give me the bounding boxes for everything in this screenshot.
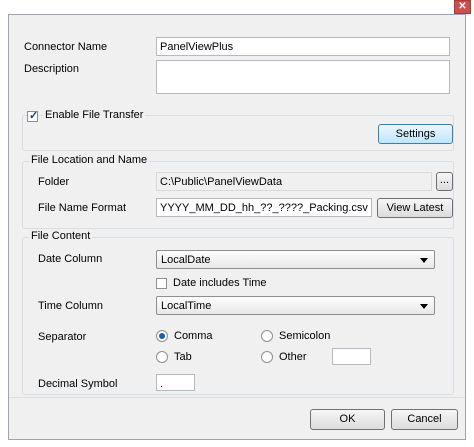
folder-input: C:\Public\PanelViewData <box>156 172 432 191</box>
decimal-symbol-label: Decimal Symbol <box>38 378 118 390</box>
decimal-symbol-input[interactable]: . <box>156 374 195 391</box>
date-includes-time-label: Date includes Time <box>173 277 267 289</box>
chevron-down-icon <box>420 304 428 309</box>
connector-name-input[interactable]: PanelViewPlus <box>156 37 450 56</box>
title-bar: ✕ <box>0 0 474 14</box>
close-icon: ✕ <box>458 1 467 12</box>
time-column-select[interactable]: LocalTime <box>156 296 435 315</box>
date-includes-time-checkbox[interactable] <box>156 278 167 289</box>
separator-semicolon-radio[interactable] <box>261 330 273 342</box>
file-content-group: File Content Date Column LocalDate Date … <box>22 230 454 395</box>
date-column-value: LocalDate <box>161 254 211 266</box>
separator-semicolon-label: Semicolon <box>279 330 331 342</box>
file-transfer-group: ✓ Enable File Transfer Settings <box>22 109 454 151</box>
browse-button[interactable]: ... <box>436 172 453 191</box>
time-column-label: Time Column <box>38 300 103 312</box>
enable-file-transfer-checkbox[interactable]: ✓ <box>27 110 39 122</box>
file-name-format-label: File Name Format <box>38 202 127 214</box>
separator-comma-radio[interactable] <box>156 330 168 342</box>
connector-name-label: Connector Name <box>24 41 108 53</box>
file-location-group: File Location and Name Folder C:\Public\… <box>22 154 454 229</box>
dialog-window: Connector Name PanelViewPlus Description… <box>8 14 466 440</box>
description-label: Description <box>24 63 80 75</box>
file-location-title: File Location and Name <box>29 154 150 166</box>
separator-other-radio[interactable] <box>261 351 273 363</box>
file-name-format-input[interactable]: YYYY_MM_DD_hh_??_????_Packing.csv <box>156 198 372 217</box>
view-latest-button[interactable]: View Latest <box>377 198 453 218</box>
file-content-title: File Content <box>29 230 93 242</box>
folder-label: Folder <box>38 176 70 188</box>
separator-tab-radio[interactable] <box>156 351 168 363</box>
separator-other-input[interactable] <box>332 348 371 365</box>
separator-label: Separator <box>38 331 87 343</box>
check-icon: ✓ <box>29 110 39 122</box>
dialog-footer: OK Cancel <box>9 397 465 439</box>
settings-button[interactable]: Settings <box>378 124 453 144</box>
ok-button[interactable]: OK <box>310 409 385 430</box>
close-button[interactable]: ✕ <box>454 0 471 14</box>
description-input[interactable] <box>156 60 450 94</box>
chevron-down-icon <box>420 258 428 263</box>
date-column-select[interactable]: LocalDate <box>156 250 435 269</box>
time-column-value: LocalTime <box>161 300 212 312</box>
radio-selected-icon <box>159 333 165 339</box>
separator-other-label: Other <box>279 351 307 363</box>
separator-comma-label: Comma <box>174 330 213 342</box>
separator-tab-label: Tab <box>174 351 192 363</box>
date-column-label: Date Column <box>38 253 103 265</box>
enable-file-transfer-label: Enable File Transfer <box>43 109 146 121</box>
cancel-button[interactable]: Cancel <box>391 409 458 430</box>
